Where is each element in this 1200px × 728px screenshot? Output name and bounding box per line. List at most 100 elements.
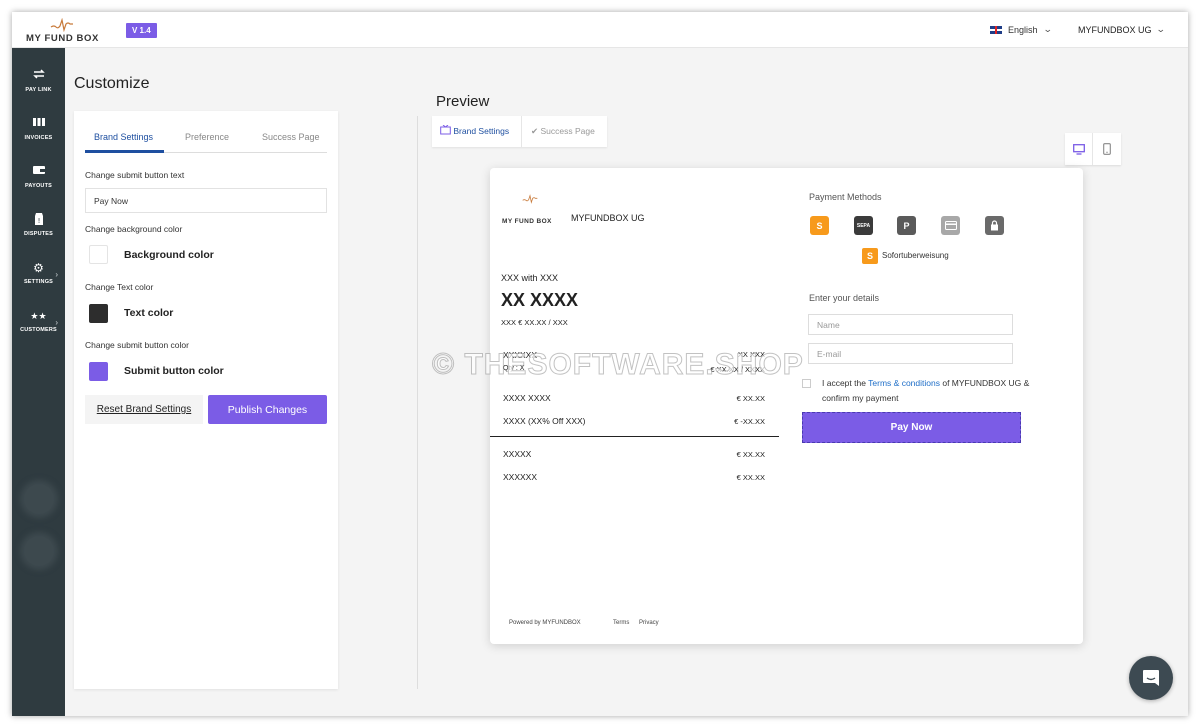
- desktop-view-button[interactable]: [1065, 133, 1093, 165]
- submit-color-label: Change submit button color: [85, 340, 189, 350]
- language-label: English: [1008, 24, 1038, 35]
- tab-success-page[interactable]: Success Page: [262, 132, 320, 142]
- footer-terms-link[interactable]: Terms: [613, 620, 629, 626]
- sidebar-item-pay-link[interactable]: PAY LINK: [12, 68, 65, 112]
- sidebar-item-label: CUSTOMERS: [20, 327, 57, 333]
- terms-link[interactable]: Terms & conditions: [868, 378, 940, 388]
- dispute-icon: !: [12, 212, 65, 228]
- blurred-avatar: [24, 484, 54, 514]
- card-company-name: MYFUNDBOX UG: [571, 213, 645, 223]
- sidebar-item-label: PAYOUTS: [24, 183, 53, 189]
- tab-preview-success-page[interactable]: ✔ Success Page: [523, 116, 607, 147]
- tab-preview-brand-settings[interactable]: Brand Settings: [432, 116, 522, 147]
- tab-label: Brand Settings: [453, 126, 510, 136]
- payment-page-preview: MY FUND BOX MYFUNDBOX UG XXX with XXX XX…: [490, 168, 1083, 644]
- terms-checkbox[interactable]: [802, 379, 811, 388]
- logo-wave-icon: [522, 194, 538, 204]
- sidebar-item-settings[interactable]: ⚙ SETTINGS ›: [12, 260, 65, 304]
- sidebar-item-label: DISPUTES: [23, 231, 54, 237]
- big-amount: XX XXXX: [501, 290, 579, 310]
- top-bar: MY FUND BOX V 1.4 English ⌄ MYFUNDBOX UG…: [12, 12, 1188, 48]
- sidebar-item-label: INVOICES: [24, 135, 53, 141]
- chevron-down-icon: ⌄: [1042, 24, 1053, 34]
- total-label: XXXXX: [503, 449, 532, 459]
- uk-flag-icon: [990, 25, 1002, 34]
- card-logo-text: MY FUND BOX: [502, 218, 552, 225]
- wallet-icon: [12, 164, 65, 180]
- reset-brand-settings-button[interactable]: Reset Brand Settings: [85, 395, 203, 424]
- sidebar-item-label: PAY LINK: [25, 87, 52, 93]
- details-title: Enter your details: [809, 293, 880, 303]
- invoices-icon: [12, 116, 65, 132]
- subtotal-label: XXXX XXXX: [503, 393, 551, 403]
- checkmark-icon: ✔: [531, 126, 539, 136]
- sidebar-item-invoices[interactable]: INVOICES: [12, 116, 65, 160]
- mobile-view-button[interactable]: [1093, 133, 1121, 165]
- tab-brand-settings[interactable]: Brand Settings: [94, 132, 153, 142]
- tab-preference[interactable]: Preference: [185, 132, 229, 142]
- powered-by: Powered by MYFUNDBOX: [509, 620, 581, 626]
- bg-color-swatch[interactable]: [89, 245, 108, 264]
- desktop-icon: [1072, 143, 1085, 155]
- sepa-icon[interactable]: SEPA: [854, 216, 873, 235]
- paypal-icon[interactable]: P: [897, 216, 916, 235]
- logo-text: MY FUND BOX: [26, 33, 99, 44]
- company-name: MYFUNDBOX UG: [1078, 24, 1152, 35]
- sidebar-item-payouts[interactable]: PAYOUTS: [12, 164, 65, 208]
- terms-text: I accept the Terms & conditions of MYFUN…: [822, 376, 1032, 406]
- text-color-swatch[interactable]: [89, 304, 108, 323]
- version-badge: V 1.4: [126, 23, 157, 38]
- submit-text-input[interactable]: [85, 188, 327, 213]
- logo-wave-icon: [50, 18, 73, 32]
- card-icon[interactable]: [941, 216, 960, 235]
- svg-text:!: !: [37, 217, 40, 225]
- lock-icon[interactable]: [985, 216, 1004, 235]
- submit-text-label: Change submit button text: [85, 170, 185, 180]
- sofort-selected-icon: S: [862, 248, 878, 264]
- sidebar-item-label: SETTINGS: [23, 279, 54, 285]
- unit-price: XXX € XX.XX / XXX: [501, 318, 568, 327]
- logo[interactable]: MY FUND BOX: [26, 18, 98, 44]
- page-title: Customize: [74, 75, 150, 92]
- item-amount: XX XXX: [737, 350, 765, 359]
- preview-title: Preview: [436, 93, 490, 110]
- pay-now-button[interactable]: Pay Now: [802, 412, 1021, 443]
- account-menu[interactable]: MYFUNDBOX UG ⌄: [1078, 24, 1165, 35]
- email-field[interactable]: [808, 343, 1013, 364]
- text-color-name: Text color: [124, 307, 174, 319]
- active-tab-indicator: [85, 150, 164, 153]
- chat-icon: [1143, 670, 1159, 686]
- device-toggle: [1065, 133, 1121, 165]
- item-name: XXXXXX: [503, 350, 538, 360]
- terms-prefix: I accept the: [822, 378, 866, 388]
- discount-label: XXXX (XX% Off XXX): [503, 416, 586, 426]
- total-value: € XX.XX: [736, 450, 765, 459]
- product-line: XXX with XXX: [501, 273, 559, 283]
- chat-button[interactable]: [1129, 656, 1173, 700]
- sofort-icon[interactable]: S: [810, 216, 829, 235]
- item-qty: Qty : X: [503, 365, 525, 372]
- sidebar-item-disputes[interactable]: ! DISPUTES: [12, 212, 65, 256]
- sidebar-item-customers[interactable]: ★★ CUSTOMERS ›: [12, 308, 65, 352]
- submit-color-swatch[interactable]: [89, 362, 108, 381]
- grand-total-value: € XX.XX: [736, 473, 765, 482]
- payment-methods-title: Payment Methods: [809, 192, 882, 202]
- tv-icon: [440, 124, 451, 135]
- bg-color-name: Background color: [124, 249, 214, 261]
- language-selector[interactable]: English ⌄: [990, 24, 1053, 35]
- footer-privacy-link[interactable]: Privacy: [639, 620, 659, 626]
- submit-color-name: Submit button color: [124, 365, 224, 377]
- bg-color-label: Change background color: [85, 224, 183, 234]
- sidebar: PAY LINK INVOICES PAYOUTS ! DISPUTES ⚙ S…: [12, 48, 65, 716]
- blurred-avatar: [24, 536, 54, 566]
- chevron-right-icon: ›: [55, 318, 58, 327]
- name-field[interactable]: [808, 314, 1013, 335]
- item-price: € XX.XX / XXXX: [710, 365, 765, 374]
- publish-changes-button[interactable]: Publish Changes: [208, 395, 327, 424]
- preview-tabs: Brand Settings ✔ Success Page: [432, 116, 607, 147]
- summary-divider: [490, 436, 779, 437]
- discount-value: € -XX.XX: [734, 417, 765, 426]
- card-logo: MY FUND BOX: [502, 194, 558, 228]
- divider: [417, 116, 418, 689]
- selected-method-label: Sofortuberweisung: [882, 251, 949, 260]
